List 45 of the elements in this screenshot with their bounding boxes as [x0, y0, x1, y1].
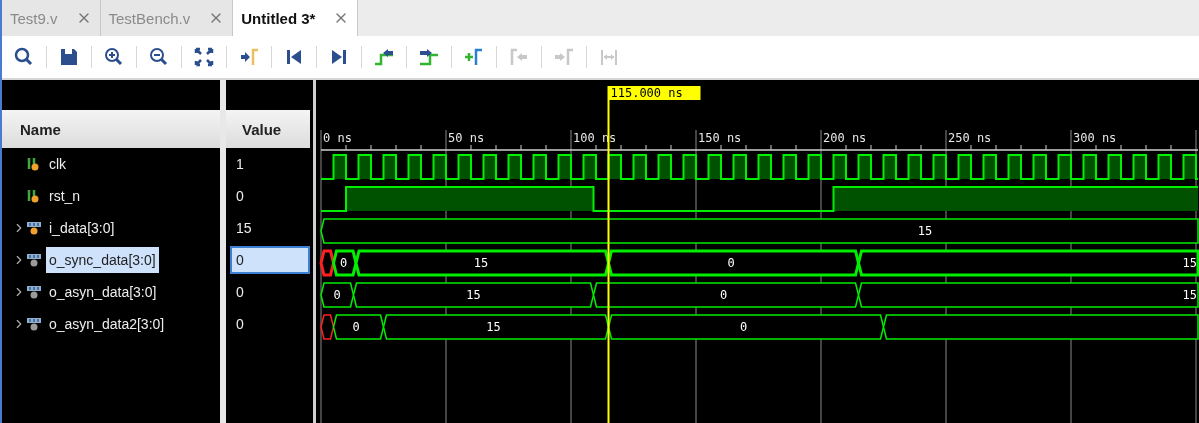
- save-icon: [58, 46, 80, 68]
- previous-transition-icon: [373, 46, 395, 68]
- signal-name[interactable]: rst_n: [46, 183, 84, 209]
- add-marker-icon: [463, 46, 485, 68]
- arrow-to-marker-icon: [238, 46, 260, 68]
- column-header[interactable]: Value: [226, 110, 310, 148]
- search-icon: [13, 46, 35, 68]
- bus-value: 0: [719, 288, 728, 302]
- time-label: 150 ns: [698, 131, 742, 145]
- signal-value: 0: [235, 315, 245, 334]
- bus-value: 15: [473, 256, 489, 270]
- signal-name[interactable]: o_asyn_data2[3:0]: [46, 311, 168, 337]
- signal-name[interactable]: clk: [46, 151, 70, 177]
- cursor-time-label: 115.000 ns: [607, 86, 701, 100]
- column-header[interactable]: Name: [2, 110, 220, 148]
- bus-value: 0: [352, 320, 360, 334]
- bus-value: 15: [486, 320, 501, 334]
- signal-name[interactable]: i_data[3:0]: [46, 215, 118, 241]
- signal-value: 0: [230, 246, 310, 274]
- signal-name[interactable]: o_asyn_data[3:0]: [46, 279, 160, 305]
- time-label: 200 ns: [823, 131, 867, 145]
- next-marker-icon: [553, 46, 575, 68]
- time-label: 250 ns: [948, 131, 992, 145]
- bus-value: 15: [1182, 256, 1197, 270]
- bus-value: 0: [727, 256, 735, 270]
- signal-value: 0: [235, 283, 245, 302]
- time-label: 50 ns: [448, 131, 485, 145]
- expand-icon: [193, 46, 215, 68]
- bus-value: 15: [1182, 288, 1197, 302]
- signal-name[interactable]: o_sync_data[3:0]: [46, 247, 159, 273]
- previous-marker-icon: [508, 46, 530, 68]
- tab[interactable]: Untitled 3*: [233, 0, 359, 36]
- zoom-out-icon: [148, 46, 170, 68]
- time-label: 300 ns: [1073, 131, 1117, 145]
- bus-value: 0: [739, 320, 748, 334]
- next-transition-icon: [418, 46, 440, 68]
- zoom-in-icon: [103, 46, 125, 68]
- signal-value: 15: [235, 219, 253, 238]
- signal-value: 1: [235, 155, 245, 174]
- bus-value: 15: [466, 288, 481, 302]
- bus-value: 0: [339, 256, 348, 270]
- time-label: 0 ns: [323, 131, 352, 145]
- bus-value: 0: [333, 288, 341, 302]
- bus-value: 15: [917, 224, 933, 238]
- signal-value: 0: [235, 187, 245, 206]
